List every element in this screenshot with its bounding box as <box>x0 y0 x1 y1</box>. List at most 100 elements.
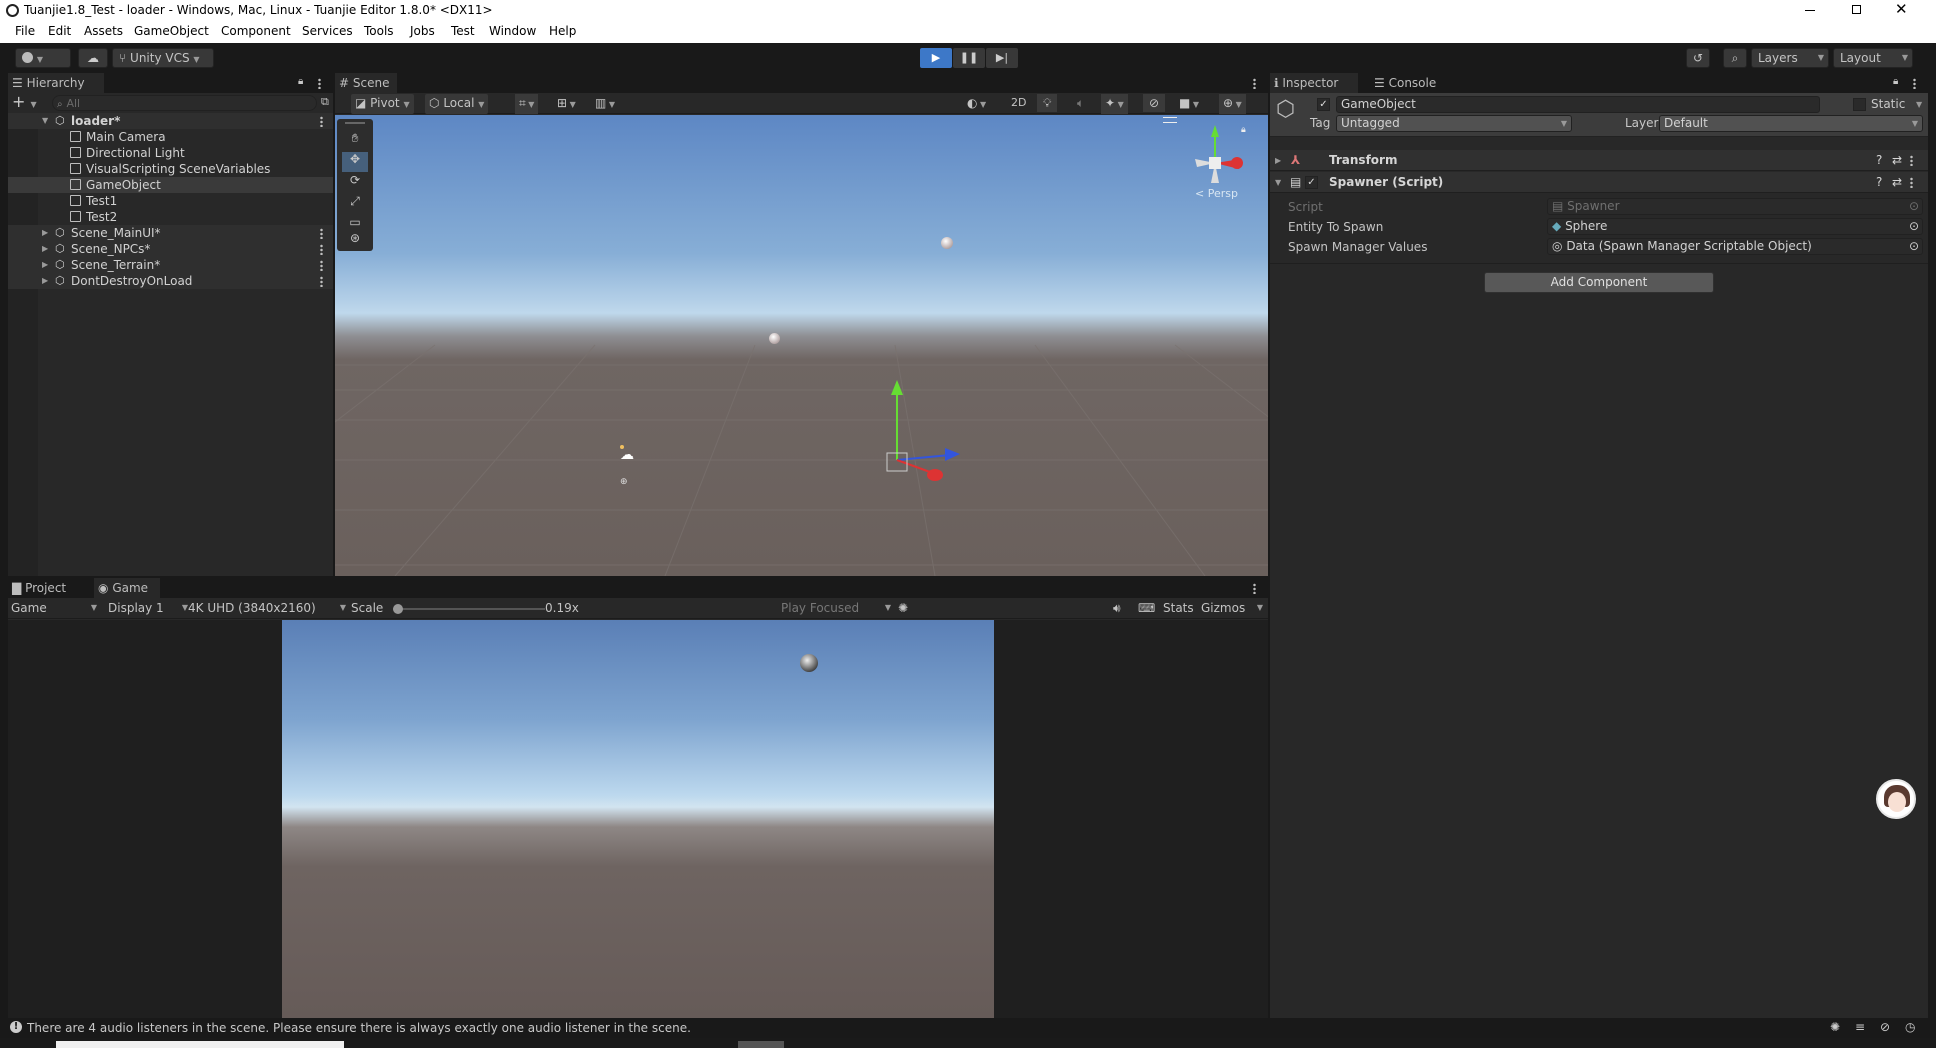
scale-slider-thumb[interactable] <box>393 604 403 614</box>
camera-settings-button[interactable]: ■ ▼ <box>1175 94 1203 114</box>
close-button[interactable]: ✕ <box>1895 0 1908 18</box>
menu-gameobject[interactable]: GameObject <box>134 24 209 38</box>
hierarchy-scene-row[interactable]: ▶ ⬡ DontDestroyOnLoad <box>8 273 333 289</box>
hierarchy-item-selected[interactable]: GameObject <box>8 177 333 193</box>
panel-menu-icon[interactable] <box>1253 78 1256 89</box>
search-button[interactable]: ⌕ <box>1723 48 1747 68</box>
target-gizmo[interactable]: ⊕ <box>620 477 628 487</box>
tab-inspector[interactable]: ℹ Inspector <box>1270 73 1358 93</box>
vcs-button[interactable]: ⑂ Unity VCS ▼ <box>112 48 214 68</box>
pause-button[interactable]: ❚❚ <box>953 48 985 68</box>
hierarchy-item[interactable]: VisualScripting SceneVariables <box>8 161 333 177</box>
minimize-button[interactable] <box>1805 10 1815 11</box>
component-enabled-checkbox[interactable]: ✓ <box>1305 176 1318 189</box>
mute-audio-button[interactable]: 🔊︎ <box>1113 599 1121 617</box>
gizmos-toggle[interactable]: ⊕ ▼ <box>1219 94 1246 114</box>
scale-tool-button[interactable]: ⤢ <box>342 194 368 214</box>
assistant-avatar[interactable] <box>1876 779 1916 819</box>
display-dropdown[interactable]: Display 1 ▼ <box>108 599 188 617</box>
step-button[interactable]: ▶| <box>986 48 1018 68</box>
menu-help[interactable]: Help <box>549 24 576 38</box>
hand-tool-button[interactable]: ✋︎ <box>342 131 368 151</box>
scene-menu-icon[interactable] <box>320 116 323 127</box>
expand-arrow-icon[interactable]: ▼ <box>42 113 48 129</box>
stats-button[interactable]: Stats <box>1163 599 1194 617</box>
orientation-gizmo[interactable]: < Persp <box>1175 123 1255 213</box>
static-checkbox[interactable] <box>1853 98 1866 111</box>
cloud-button[interactable]: ☁ <box>78 48 108 68</box>
sphere-object[interactable] <box>941 237 953 249</box>
lighting-toggle[interactable]: 💡︎ <box>1037 94 1058 112</box>
grid-snap-button[interactable]: ⌗ ▼ <box>515 94 539 114</box>
hierarchy-scene-row[interactable]: ▶ ⬡ Scene_Terrain* <box>8 257 333 273</box>
component-transform-header[interactable]: ▶ ⅄ Transform ? ⇄ <box>1270 150 1928 171</box>
status-message[interactable]: There are 4 audio listeners in the scene… <box>27 1021 691 1035</box>
hidden-objects-toggle[interactable]: ⊘ <box>1143 94 1166 112</box>
menu-jobs[interactable]: Jobs <box>410 24 435 38</box>
drag-handle[interactable] <box>345 122 365 124</box>
component-menu-icon[interactable] <box>1910 177 1913 188</box>
entity-to-spawn-field[interactable]: ◆ Sphere ⊙ <box>1547 218 1923 235</box>
expand-arrow-icon[interactable]: ▶ <box>42 273 48 289</box>
increment-snap-button[interactable]: ▥ ▼ <box>591 94 619 114</box>
add-button[interactable]: + ▼ <box>12 92 37 111</box>
sphere-object[interactable] <box>769 333 780 344</box>
move-gizmo[interactable] <box>855 375 975 485</box>
rotate-tool-button[interactable]: ⟳ <box>342 173 368 193</box>
add-component-button[interactable]: Add Component <box>1484 272 1714 293</box>
progress-icon[interactable]: ◷ <box>1905 1020 1915 1034</box>
menu-tools[interactable]: Tools <box>364 24 394 38</box>
game-view-dropdown[interactable]: Game ▼ <box>11 599 99 617</box>
network-icon[interactable]: ✺ <box>1830 1020 1840 1034</box>
object-picker-icon[interactable]: ⊙ <box>1909 239 1919 254</box>
preset-icon[interactable]: ⇄ <box>1892 172 1902 193</box>
lock-icon[interactable]: 🔒︎ <box>1241 125 1246 135</box>
hierarchy-item[interactable]: Test2 <box>8 209 333 225</box>
tag-dropdown[interactable]: Untagged ▼ <box>1336 115 1572 132</box>
help-icon[interactable]: ? <box>1876 150 1882 171</box>
restore-button[interactable] <box>1852 5 1861 14</box>
game-viewport[interactable] <box>282 620 994 1018</box>
history-button[interactable]: ↺ <box>1686 48 1710 68</box>
tab-scene[interactable]: # Scene <box>335 73 397 93</box>
taskbar-item[interactable] <box>738 1041 784 1048</box>
tab-project[interactable]: ▇ Project <box>8 578 92 598</box>
expand-arrow-icon[interactable]: ▶ <box>42 257 48 273</box>
hierarchy-scene-row[interactable]: ▶ ⬡ Scene_NPCs* <box>8 241 333 257</box>
frame-debugger-button[interactable]: ✺ <box>894 599 912 617</box>
small-light-gizmo[interactable] <box>620 445 624 449</box>
help-icon[interactable]: ? <box>1876 172 1882 193</box>
chevron-down-icon[interactable]: ▼ <box>1916 100 1922 109</box>
menu-window[interactable]: Window <box>489 24 536 38</box>
overlay-menu-icon[interactable] <box>1163 117 1177 123</box>
effects-button[interactable]: ✦ ▼ <box>1101 94 1128 114</box>
hierarchy-item[interactable]: Main Camera <box>8 129 333 145</box>
grid-visibility-button[interactable]: ⊞ ▼ <box>553 94 580 114</box>
menu-test[interactable]: Test <box>451 24 475 38</box>
component-menu-icon[interactable] <box>1910 155 1913 166</box>
tab-game[interactable]: ◉ Game <box>94 578 160 598</box>
scene-visibility-icon[interactable]: ⧉ <box>321 95 329 109</box>
expand-arrow-icon[interactable]: ▼ <box>1275 172 1281 193</box>
transform-tool-button[interactable]: ⊛ <box>342 231 368 251</box>
cache-icon[interactable]: ≡ <box>1855 1020 1865 1034</box>
scale-slider[interactable] <box>393 604 545 614</box>
object-picker-icon[interactable]: ⊙ <box>1909 219 1919 234</box>
object-name-field[interactable]: GameObject <box>1336 96 1820 113</box>
hierarchy-scene-row[interactable]: ▼ ⬡ loader* <box>8 113 333 129</box>
panel-menu-icon[interactable] <box>318 78 321 89</box>
play-focused-dropdown[interactable]: Play Focused ▼ <box>781 599 893 617</box>
expand-arrow-icon[interactable]: ▶ <box>42 225 48 241</box>
expand-arrow-icon[interactable]: ▶ <box>42 241 48 257</box>
audio-toggle[interactable]: 🔈︎ <box>1071 94 1090 112</box>
account-button[interactable]: ▼ <box>15 48 71 68</box>
spawn-manager-values-field[interactable]: ◎ Data (Spawn Manager Scriptable Object)… <box>1547 238 1923 255</box>
taskbar-item[interactable] <box>56 1041 344 1048</box>
bake-icon[interactable]: ⊘ <box>1880 1020 1890 1034</box>
gizmos-dropdown[interactable]: Gizmos ▼ <box>1201 599 1265 617</box>
mode-2d-button[interactable]: 2D <box>1005 94 1032 112</box>
expand-arrow-icon[interactable]: ▶ <box>1275 150 1281 171</box>
move-tool-button[interactable]: ✥ <box>342 152 368 172</box>
hierarchy-search-input[interactable]: ⌕ All <box>52 95 317 111</box>
pivot-dropdown[interactable]: ◪ Pivot ▼ <box>351 94 414 114</box>
